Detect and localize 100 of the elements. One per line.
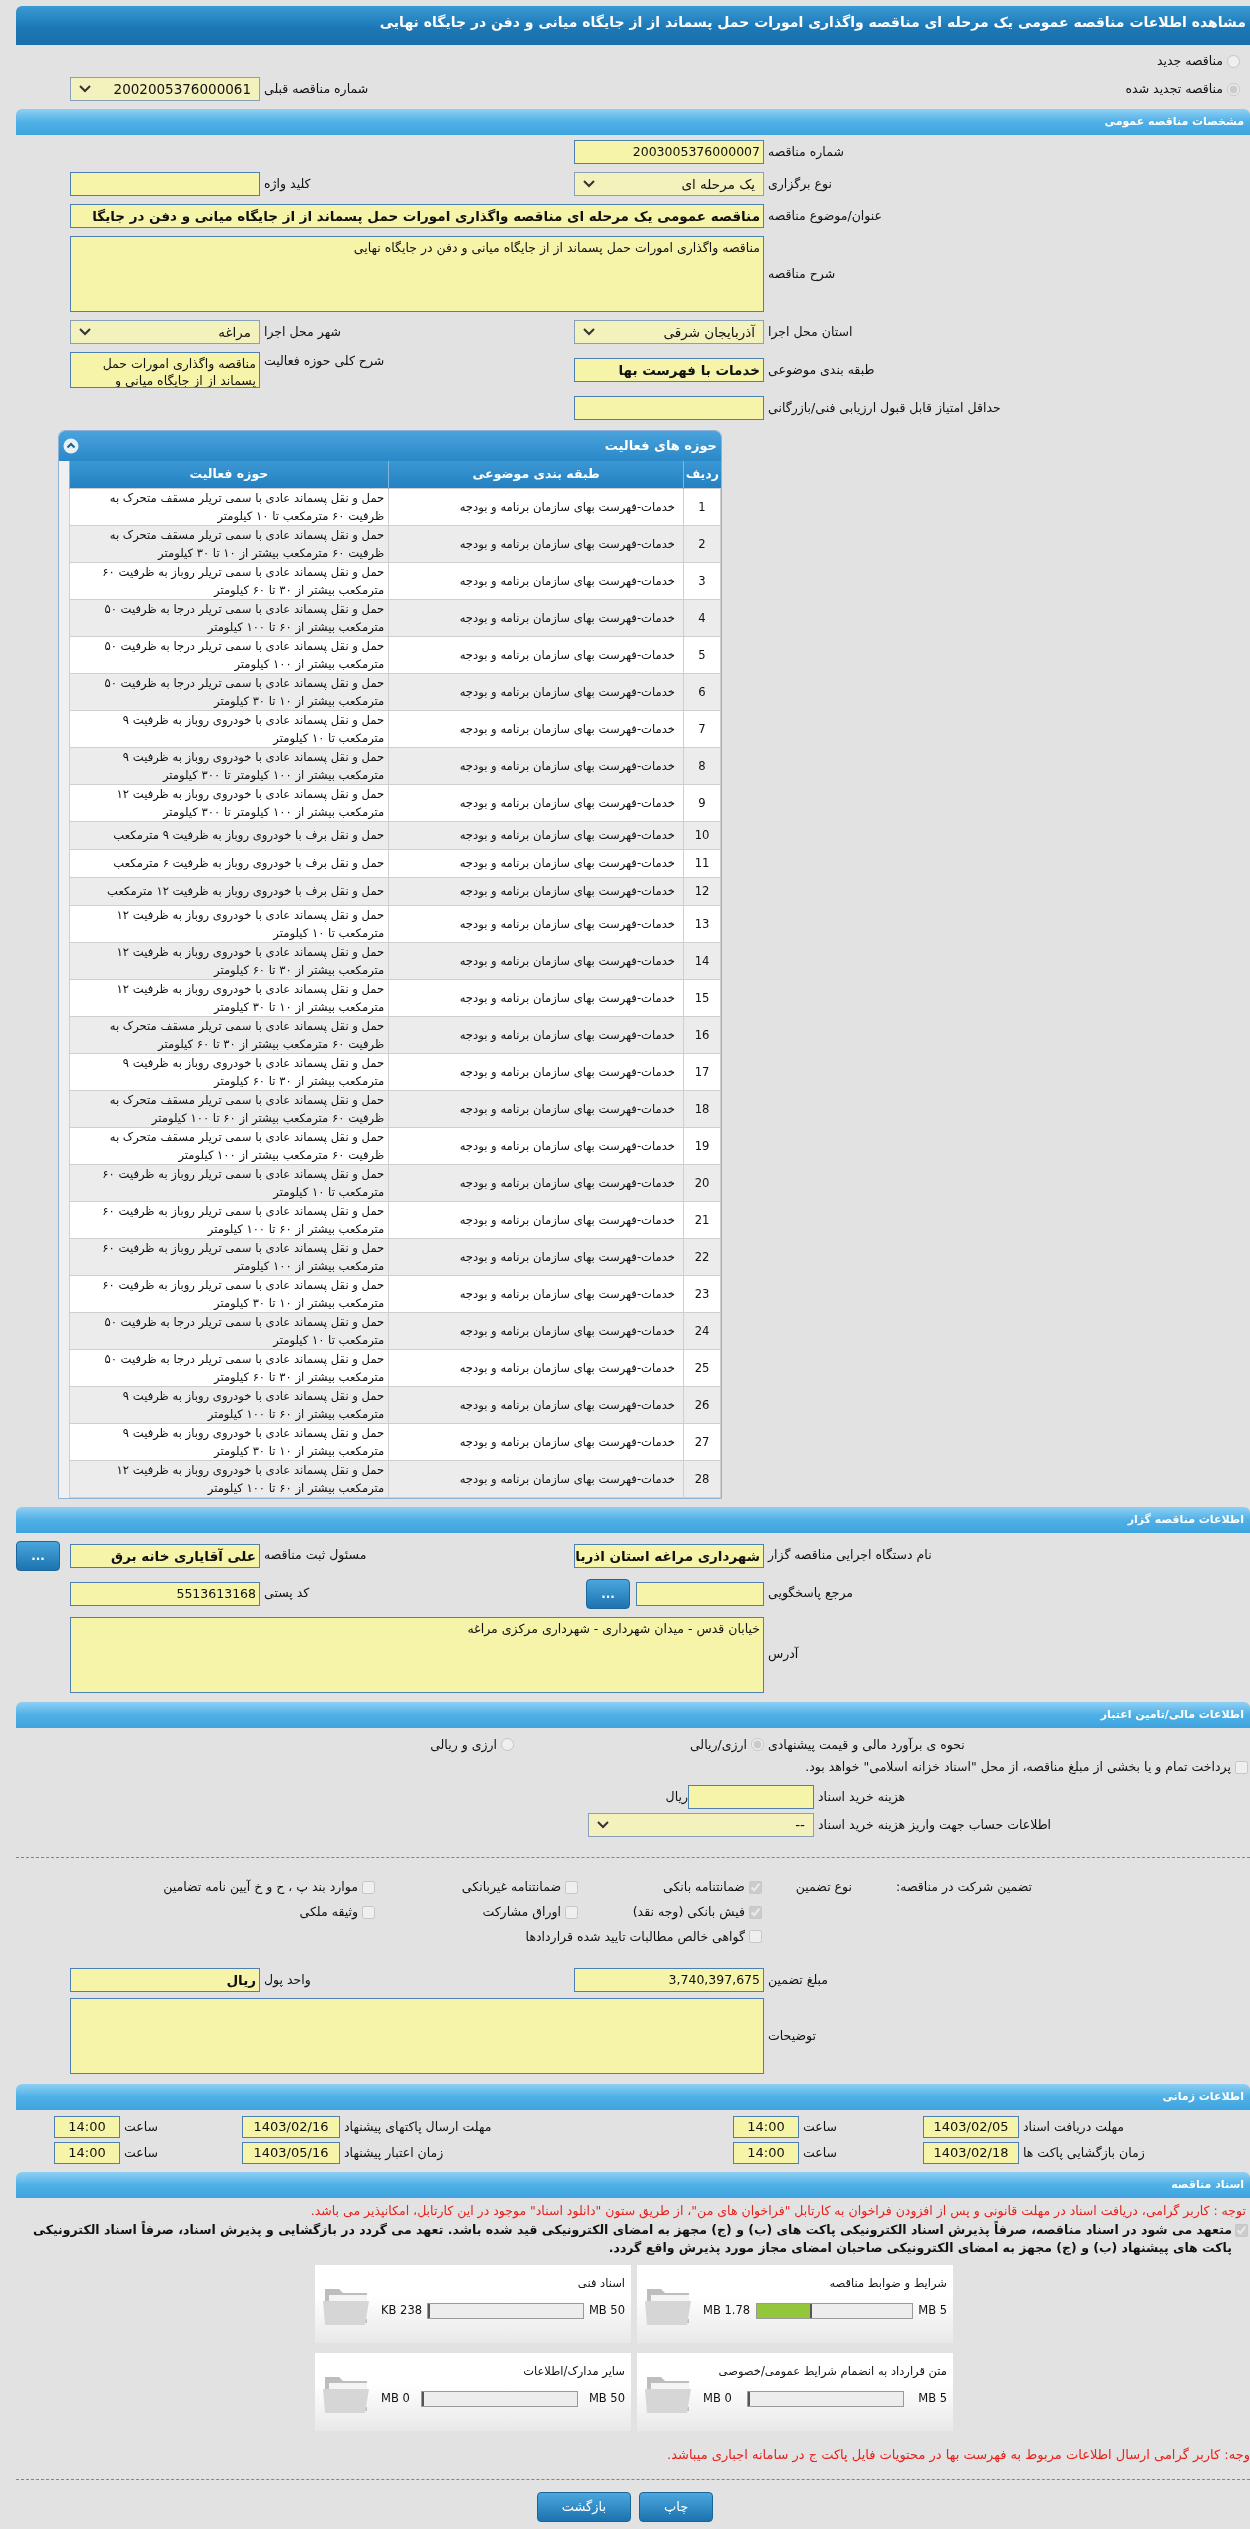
dropdown[interactable]: آذربایجان شرقی bbox=[574, 320, 764, 344]
field-label: مرجع پاسخگویی bbox=[767, 1584, 855, 1603]
file-size: 0 MB bbox=[381, 2390, 410, 2408]
checkbox-label: فیش بانکی (وجه نقد) bbox=[632, 1902, 745, 1922]
caret-icon bbox=[597, 1821, 609, 1829]
date-field[interactable]: 1403/05/16 bbox=[242, 2142, 340, 2165]
date-field[interactable]: 1403/02/18 bbox=[923, 2142, 1019, 2165]
text-field[interactable] bbox=[688, 1785, 814, 1809]
field-label: ساعت bbox=[123, 2117, 159, 2136]
lookup-button[interactable]: ... bbox=[586, 1578, 630, 1609]
table-cell: 16 bbox=[683, 1016, 721, 1053]
text-field[interactable]: مناقصه عمومی یک مرحله ای مناقصه واگذاری امورات حمل پسماند از از جایگاه میانی و دفن در جایگا bbox=[70, 204, 764, 228]
file-name: شرایط و ضوابط مناقصه bbox=[828, 2275, 947, 2292]
date-field[interactable]: 1403/02/16 bbox=[242, 2116, 340, 2139]
file-size: 238 KB bbox=[381, 2302, 423, 2320]
field-label: ساعت bbox=[802, 2143, 838, 2162]
column-header: طبقه بندی موضوعی bbox=[388, 461, 684, 488]
table-cell: خدمات-فهرست بهای سازمان برنامه و بودجه bbox=[388, 1275, 684, 1312]
text-area[interactable]: مناقصه واگذاری امورات حمل پسماند از از جایگاه میانی و دفن در جایگاه نهایی bbox=[70, 236, 764, 312]
text-field[interactable] bbox=[636, 1581, 764, 1606]
file-name: متن قرارداد به انضمام شرایط عمومی/خصوصی bbox=[717, 2363, 947, 2380]
notice-text: وجه: کاربر گرامی ارسال اطلاعات مربوط به فهرست بها در محتویات فایل پاکت ج در سامانه اجباری میباشد. bbox=[666, 2446, 1250, 2465]
field-label: مسئول ثبت مناقصه bbox=[263, 1546, 368, 1565]
panel-title: حوزه های فعالیت bbox=[604, 437, 717, 456]
table-cell: خدمات-فهرست بهای سازمان برنامه و بودجه bbox=[388, 821, 684, 849]
field-label: مهلت ارسال پاکتهای پیشنهاد bbox=[343, 2117, 493, 2136]
field-label: عنوان/موضوع مناقصه bbox=[767, 206, 883, 226]
text-field[interactable]: 5513613168 bbox=[70, 1581, 260, 1606]
table-cell: 17 bbox=[683, 1053, 721, 1090]
field-label: نوع برگزاری bbox=[767, 174, 833, 194]
field-label: واحد پول bbox=[263, 1970, 312, 1990]
table-cell: حمل و نقل پسماند عادی با خودروی روباز به ظرفیت ۱۲ مترمکعب بیشتر از ۶۰ تا ۱۰۰ کیلومتر bbox=[69, 1460, 389, 1497]
lookup-button[interactable]: ... bbox=[16, 1540, 60, 1571]
table-cell: خدمات-فهرست بهای سازمان برنامه و بودجه bbox=[388, 636, 684, 673]
table-cell: حمل و نقل پسماند عادی با سمی تریلر روباز به ظرفیت ۶۰ مترمکعب بیشتر از ۱۰ تا ۳۰ کیلومتر bbox=[69, 1275, 389, 1312]
time-field[interactable]: 14:00 bbox=[54, 2142, 120, 2165]
date-field[interactable]: 1403/02/05 bbox=[923, 2116, 1019, 2139]
collapse-icon[interactable] bbox=[63, 438, 79, 454]
table-cell: حمل و نقل پسماند عادی با سمی تریلر روباز به ظرفیت ۶۰ مترمکعب بیشتر از ۱۰۰ کیلومتر bbox=[69, 1238, 389, 1275]
time-field[interactable]: 14:00 bbox=[733, 2142, 799, 2165]
field-label: تضمین شرکت در مناقصه: bbox=[895, 1878, 1032, 1897]
dropdown[interactable]: 2002005376000061 bbox=[70, 77, 260, 101]
table-cell: 14 bbox=[683, 942, 721, 979]
text-field[interactable]: خدمات با فهرست بها bbox=[574, 358, 764, 382]
back-button[interactable]: بازگشت bbox=[536, 2491, 632, 2522]
table-cell: خدمات-فهرست بهای سازمان برنامه و بودجه bbox=[388, 1349, 684, 1386]
size-limit: 5 MB bbox=[918, 2390, 947, 2408]
section-header: اسناد مناقصه bbox=[16, 2172, 1250, 2199]
field-label: شرح کلی حوزه فعالیت bbox=[263, 352, 386, 371]
table-cell: حمل و نقل پسماند عادی با سمی تریلر مسقف متحرک به ظرفیت ۶۰ مترمکعب بیشتر از ۶۰ تا ۱۰۰ کیلومتر bbox=[69, 1090, 389, 1127]
text-field[interactable]: 2003005376000007 bbox=[574, 140, 764, 164]
table-cell: 1 bbox=[683, 488, 721, 525]
table-cell: 11 bbox=[683, 849, 721, 877]
dropdown[interactable]: -- bbox=[588, 1813, 814, 1837]
table-cell: حمل و نقل پسماند عادی با خودروی روباز به ظرفیت ۹ مترمکعب تا ۱۰ کیلومتر bbox=[69, 710, 389, 747]
text-field[interactable] bbox=[574, 396, 764, 420]
caret-icon bbox=[583, 180, 595, 188]
table-cell: 20 bbox=[683, 1164, 721, 1201]
field-label: نحوه ی برآورد مالی و قیمت پیشنهادی bbox=[767, 1735, 966, 1755]
table-cell: حمل و نقل پسماند عادی با سمی تریلر درجا به ظرفیت ۵۰ مترمکعب بیشتر از ۱۰ تا ۳۰ کیلومتر bbox=[69, 673, 389, 710]
table-cell: حمل و نقل پسماند عادی با خودروی روباز به ظرفیت ۹ مترمکعب بیشتر از ۶۰ تا ۱۰۰ کیلومتر bbox=[69, 1386, 389, 1423]
field-label: شرح مناقصه bbox=[767, 264, 837, 284]
table-cell: حمل و نقل پسماند عادی با سمی تریلر روباز به ظرفیت ۶۰ مترمکعب تا ۱۰ کیلومتر bbox=[69, 1164, 389, 1201]
table-cell: حمل و نقل پسماند عادی با سمی تریلر روباز به ظرفیت ۶۰ مترمکعب بیشتر از ۶۰ تا ۱۰۰ کیلومتر bbox=[69, 1201, 389, 1238]
field-label: استان محل اجرا bbox=[767, 322, 854, 342]
text-field[interactable]: 3,740,397,675 bbox=[574, 1968, 764, 1993]
field-label: نوع تضمین bbox=[794, 1878, 852, 1897]
table-cell: 24 bbox=[683, 1312, 721, 1349]
table-cell: خدمات-فهرست بهای سازمان برنامه و بودجه bbox=[388, 1238, 684, 1275]
section-header: اطلاعات مناقصه گزار bbox=[16, 1506, 1250, 1533]
text-area[interactable]: خیابان قدس - میدان شهرداری - شهرداری مرکزی مراغه bbox=[70, 1616, 764, 1693]
table-cell: 8 bbox=[683, 747, 721, 784]
text-field[interactable]: شهرداری مراغه استان اذربا bbox=[574, 1543, 764, 1568]
field-label: حداقل امتیاز قابل قبول ارزیابی فنی/بازرگانی bbox=[767, 398, 1002, 418]
table-cell: خدمات-فهرست بهای سازمان برنامه و بودجه bbox=[388, 784, 684, 821]
page-title: مشاهده اطلاعات مناقصه عمومی یک مرحله ای مناقصه واگذاری امورات حمل پسماند از از جایگاه میانی و دفن در جایگاه نهایی bbox=[16, 6, 1250, 45]
checkbox-label: ضمانتنامه بانکی bbox=[663, 1878, 745, 1896]
field-label: زمان بازگشایی پاکت ها bbox=[1022, 2143, 1146, 2163]
field-label: کد پستی bbox=[263, 1584, 311, 1603]
text-area[interactable] bbox=[70, 1998, 764, 2075]
dropdown[interactable]: یک مرحله ای bbox=[574, 172, 764, 196]
print-button[interactable]: چاپ bbox=[639, 2491, 714, 2522]
text-field[interactable] bbox=[70, 172, 260, 196]
table-cell: 27 bbox=[683, 1423, 721, 1460]
time-field[interactable]: 14:00 bbox=[733, 2116, 799, 2139]
dropdown[interactable]: مراغه bbox=[70, 320, 260, 344]
text-field[interactable]: ریال bbox=[70, 1968, 260, 1993]
table-cell: 10 bbox=[683, 821, 721, 849]
field-label: مبلغ تضمین bbox=[767, 1970, 830, 1990]
table-cell: حمل و نقل برف با خودروی روباز به ظرفیت ۶ مترمکعب bbox=[69, 849, 389, 877]
time-field[interactable]: 14:00 bbox=[54, 2116, 120, 2139]
checkbox-label: پرداخت تمام و یا بخشی از مبلغ مناقصه، از محل "اسناد خزانه اسلامی" خواهد بود. bbox=[805, 1758, 1231, 1777]
field-label: ساعت bbox=[802, 2117, 838, 2136]
table-cell: حمل و نقل پسماند عادی با سمی تریلر روباز به ظرفیت ۶۰ مترمکعب بیشتر از ۳۰ تا ۶۰ کیلومتر bbox=[69, 562, 389, 599]
checkbox-label: اوراق مشارکت bbox=[482, 1902, 561, 1922]
text-field[interactable]: علی آقایاری خانه برق bbox=[70, 1543, 260, 1568]
table-cell: خدمات-فهرست بهای سازمان برنامه و بودجه bbox=[388, 1386, 684, 1423]
table-cell: 28 bbox=[683, 1460, 721, 1497]
table-cell: 23 bbox=[683, 1275, 721, 1312]
table-cell: 26 bbox=[683, 1386, 721, 1423]
